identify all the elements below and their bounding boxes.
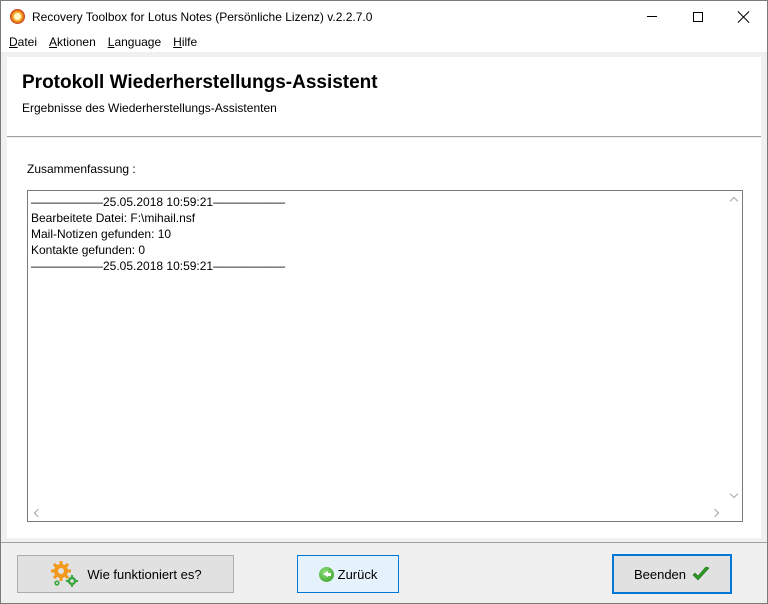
log-line: ——————25.05.2018 10:59:21—————— <box>31 195 286 209</box>
minimize-button[interactable] <box>629 1 675 32</box>
log-line: ——————25.05.2018 10:59:21—————— <box>31 259 286 273</box>
window-title: Recovery Toolbox for Lotus Notes (Persön… <box>32 10 373 24</box>
app-window: Recovery Toolbox for Lotus Notes (Persön… <box>0 0 768 604</box>
log-line: Mail-Notizen gefunden: 10 <box>31 227 172 241</box>
chevron-right-icon <box>710 508 720 517</box>
check-icon <box>692 566 710 581</box>
menu-language[interactable]: Language <box>102 32 167 52</box>
back-button[interactable]: Zurück <box>297 555 399 593</box>
log-text: ——————25.05.2018 10:59:21—————— Bearbeite… <box>31 194 723 502</box>
log-line: Kontakte gefunden: 0 <box>31 243 146 257</box>
finish-label: Beenden <box>633 566 687 582</box>
wizard-content: Zusammenfassung : ——————25.05.2018 10:59… <box>7 138 761 538</box>
page-subtitle: Ergebnisse des Wiederherstellungs-Assist… <box>22 101 277 115</box>
horizontal-scrollbar[interactable] <box>28 504 725 521</box>
how-it-works-button[interactable]: Wie funktioniert es? <box>17 555 234 593</box>
menu-hilfe[interactable]: Hilfe <box>167 32 203 52</box>
wizard-header: Protokoll Wiederherstellungs-Assistent E… <box>7 57 761 137</box>
log-line: Bearbeitete Datei: F:\mihail.nsf <box>31 211 196 225</box>
menu-bar: Datei Aktionen Language Hilfe <box>1 32 767 52</box>
menu-aktionen[interactable]: Aktionen <box>43 32 102 52</box>
maximize-button[interactable] <box>675 1 721 32</box>
scroll-down-button[interactable] <box>725 487 742 504</box>
gear-icon <box>51 561 79 587</box>
menu-datei[interactable]: Datei <box>3 32 43 52</box>
close-button[interactable] <box>721 1 767 32</box>
scroll-corner <box>725 504 742 521</box>
back-label: Zurück <box>337 566 378 582</box>
scroll-up-button[interactable] <box>725 191 742 208</box>
maximize-icon <box>693 11 703 22</box>
scroll-left-button[interactable] <box>28 504 45 521</box>
chevron-left-icon <box>33 508 43 517</box>
scroll-right-button[interactable] <box>708 504 725 521</box>
chevron-up-icon <box>729 196 738 206</box>
page-title: Protokoll Wiederherstellungs-Assistent <box>22 72 378 93</box>
app-icon <box>10 9 25 24</box>
wizard-footer: Wie funktioniert es? Zurück Beenden <box>1 542 767 603</box>
finish-button[interactable]: Beenden <box>612 554 732 594</box>
vertical-scrollbar[interactable] <box>725 191 742 504</box>
back-arrow-icon <box>318 566 334 582</box>
summary-label: Zusammenfassung : <box>27 162 136 176</box>
close-icon <box>738 11 750 23</box>
log-textarea[interactable]: ——————25.05.2018 10:59:21—————— Bearbeite… <box>27 190 743 522</box>
chevron-down-icon <box>729 489 738 499</box>
minimize-icon <box>647 16 657 17</box>
how-it-works-label: Wie funktioniert es? <box>87 566 202 582</box>
title-bar: Recovery Toolbox for Lotus Notes (Persön… <box>1 1 767 32</box>
